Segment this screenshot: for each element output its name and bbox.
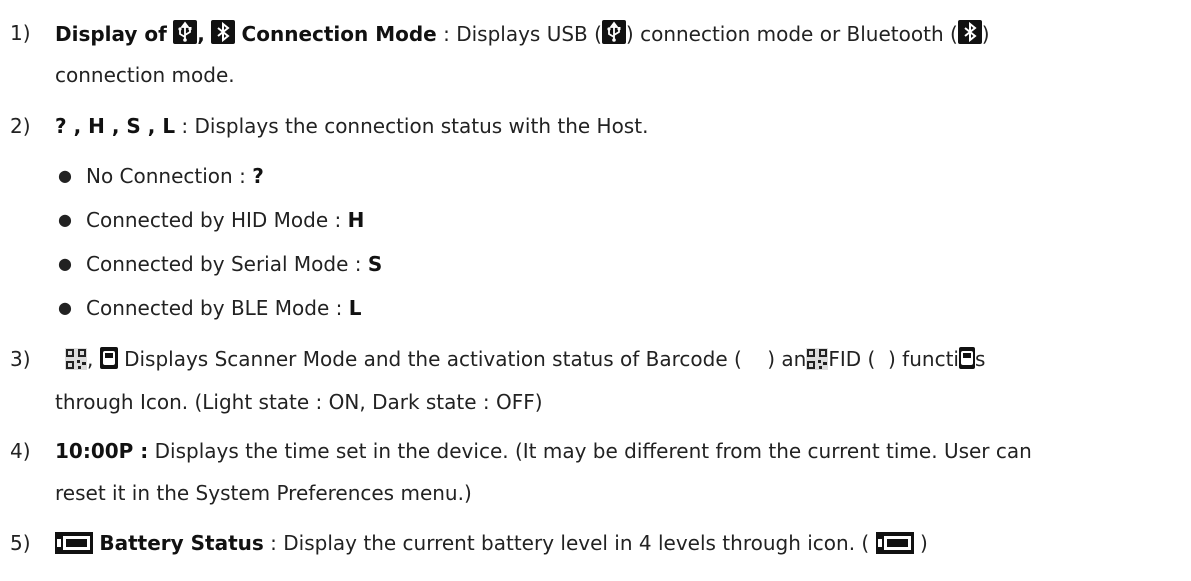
- item-2-line-1: 2) ? , H , S , L : Displays the connecti…: [0, 113, 1191, 141]
- item-number: 1): [10, 21, 31, 45]
- bluetooth-icon: [211, 20, 236, 44]
- item-4-desc: Displays the time set in the device. (It…: [154, 439, 1032, 463]
- bullet-icon: ●: [58, 166, 72, 185]
- usb-icon: [601, 20, 626, 44]
- bullet-label: Connected by HID Mode :: [86, 208, 342, 232]
- item-1-term-b: Connection Mode: [241, 22, 437, 46]
- item-4-text: 10:00P : Displays the time set in the de…: [55, 438, 1032, 464]
- item-5-desc-b: ): [919, 531, 928, 555]
- item-5-term: Battery Status: [99, 531, 264, 555]
- battery-icon: [55, 532, 93, 554]
- item-number: 3): [10, 347, 31, 371]
- usb-icon: [173, 20, 198, 44]
- item-5-desc-a: : Display the current battery level in 4…: [270, 531, 870, 555]
- item-number: 5): [10, 531, 31, 555]
- item-3-line-1: 3) , Displays Scanner Mode and the activ…: [0, 346, 1191, 374]
- item-2-desc: : Displays the connection status with th…: [181, 114, 649, 138]
- bluetooth-icon: [957, 20, 982, 44]
- item-3-desc-a: Displays Scanner Mode and the activation…: [124, 347, 742, 371]
- item-5-text: Battery Status : Display the current bat…: [55, 530, 928, 556]
- item-4-term: 10:00P :: [55, 439, 149, 463]
- item-3-desc-cont: through Icon. (Light state : ON, Dark st…: [55, 390, 543, 414]
- bullet-icon: ●: [58, 254, 72, 273]
- rfid-icon: [958, 347, 975, 369]
- item-1-desc-c: ): [981, 22, 990, 46]
- bullet-icon: ●: [58, 298, 72, 317]
- bullet-value: L: [348, 296, 362, 320]
- bullet-icon: ●: [58, 210, 72, 229]
- item-1-term-sep: ,: [197, 22, 205, 46]
- item-3-desc-e: s: [974, 347, 986, 371]
- item-3-desc-c: FID (: [828, 347, 876, 371]
- item-1-line-2: connection mode.: [0, 62, 1191, 90]
- item-3-desc-d: ) functi: [888, 347, 959, 371]
- item-4-desc-cont: reset it in the System Preferences menu.…: [55, 481, 472, 505]
- bullet-label: Connected by Serial Mode :: [86, 252, 362, 276]
- item-3-line-2: through Icon. (Light state : ON, Dark st…: [0, 389, 1191, 417]
- list-item: ● No Connection : ?: [0, 163, 1191, 191]
- item-number: 4): [10, 439, 31, 463]
- item-1-desc-a: : Displays USB (: [443, 22, 602, 46]
- item-1-line-1: 1) Display of , Connection Mode : Displa…: [0, 20, 1191, 48]
- item-4-line-2: reset it in the System Preferences menu.…: [0, 480, 1191, 508]
- item-3-desc-b: ) an: [767, 347, 807, 371]
- item-1-text: Display of , Connection Mode : Displays …: [55, 20, 990, 47]
- list-item: ● Connected by BLE Mode : L: [0, 295, 1191, 323]
- bullet-value: ?: [252, 164, 264, 188]
- battery-icon: [875, 532, 914, 554]
- item-2-term: ? , H , S , L: [55, 114, 176, 138]
- list-item: ● Connected by HID Mode : H: [0, 207, 1191, 235]
- item-2-text: ? , H , S , L : Displays the connection …: [55, 113, 648, 139]
- bullet-label: No Connection :: [86, 164, 246, 188]
- qr-code-icon: [65, 348, 87, 370]
- item-1-desc-cont: connection mode.: [55, 63, 235, 87]
- item-1-term-a: Display of: [55, 22, 167, 46]
- item-number: 2): [10, 114, 31, 138]
- bullet-value: S: [367, 252, 383, 276]
- qr-code-icon: [806, 348, 829, 370]
- bullet-value: H: [347, 208, 365, 232]
- list-item: ● Connected by Serial Mode : S: [0, 251, 1191, 279]
- rfid-icon: [99, 347, 118, 369]
- item-3-text: , Displays Scanner Mode and the activati…: [65, 346, 985, 372]
- item-3-sep: ,: [87, 347, 94, 371]
- item-1-desc-b: ) connection mode or Bluetooth (: [625, 22, 958, 46]
- item-5-line-1: 5) Battery Status : Display the current …: [0, 530, 1191, 558]
- item-4-line-1: 4) 10:00P : Displays the time set in the…: [0, 438, 1191, 466]
- bullet-label: Connected by BLE Mode :: [86, 296, 343, 320]
